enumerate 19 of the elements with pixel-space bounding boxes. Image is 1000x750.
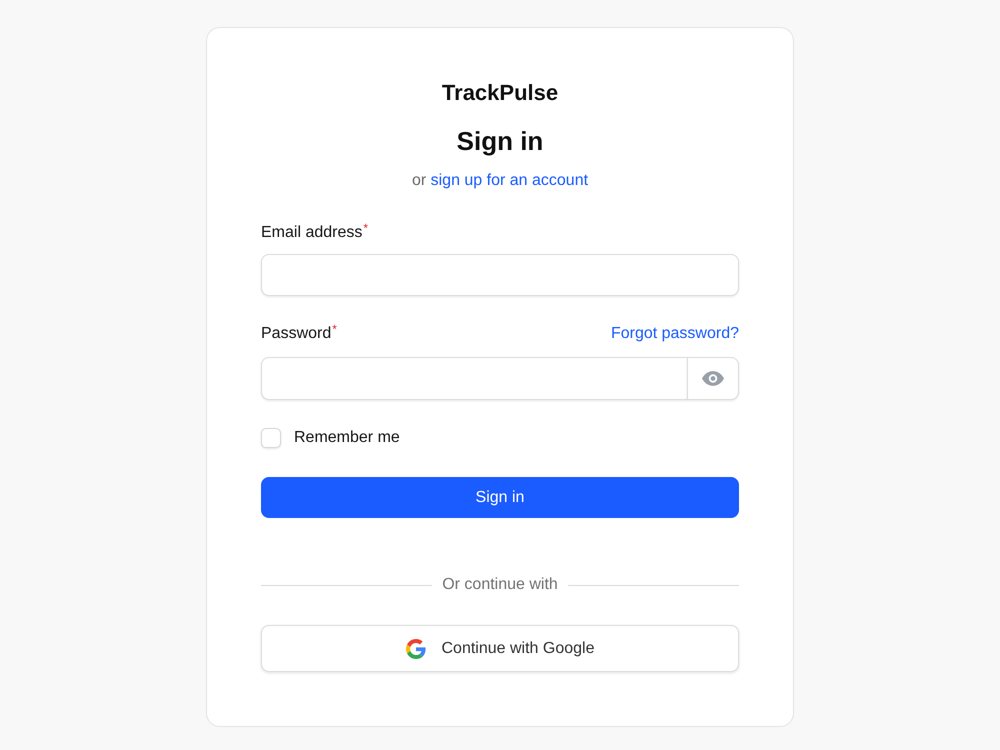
remember-checkbox[interactable] [261, 428, 281, 448]
sign-in-button[interactable]: Sign in [261, 477, 739, 518]
required-asterisk: * [332, 323, 337, 335]
divider-label: Or continue with [442, 575, 558, 595]
signup-link[interactable]: sign up for an account [430, 172, 588, 189]
google-icon [406, 638, 426, 658]
brand-name: TrackPulse [442, 79, 558, 107]
remember-me-label[interactable]: Remember me [294, 427, 400, 449]
google-sign-in-button[interactable]: Continue with Google [261, 625, 739, 672]
show-password-button[interactable] [687, 357, 739, 400]
signup-prompt: or sign up for an account [412, 171, 588, 191]
field-label: Email address [261, 223, 362, 243]
eye-icon [702, 371, 724, 386]
field-label: Password [261, 324, 332, 344]
email-field[interactable] [261, 254, 739, 296]
password-field[interactable] [261, 357, 687, 400]
page-heading: Sign in [456, 125, 544, 158]
forgot-password-link[interactable]: Forgot password? [610, 323, 739, 345]
required-asterisk: * [363, 222, 368, 234]
